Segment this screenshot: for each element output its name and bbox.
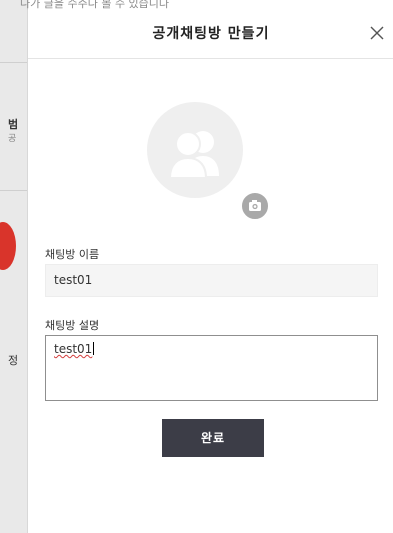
background-page: 범 공 정 bbox=[0, 0, 28, 533]
close-button[interactable] bbox=[368, 24, 386, 42]
background-text: 공 bbox=[8, 134, 17, 144]
group-users-icon bbox=[168, 131, 219, 179]
background-text: 정 bbox=[8, 354, 19, 367]
chatroom-avatar[interactable] bbox=[147, 102, 243, 198]
screen: 범 공 정 나가 글을 수주나 볼 수 있습니다 공개채팅방 만들기 채팅방 이… bbox=[0, 0, 393, 533]
camera-icon bbox=[249, 200, 261, 211]
chatroom-description-input[interactable]: test01 bbox=[45, 335, 378, 401]
divider bbox=[0, 62, 27, 63]
close-icon bbox=[370, 26, 384, 40]
text-caret bbox=[93, 342, 95, 355]
chatroom-name-input[interactable]: test01 bbox=[45, 264, 378, 297]
dialog-title: 공개채팅방 만들기 bbox=[152, 26, 270, 42]
divider bbox=[0, 190, 27, 191]
avatar bbox=[147, 102, 243, 198]
done-button[interactable]: 완료 bbox=[162, 419, 264, 457]
dialog-header: 공개채팅방 만들기 bbox=[28, 10, 393, 59]
description-label: 채팅방 설명 bbox=[45, 319, 100, 332]
background-text: 범 bbox=[8, 118, 19, 131]
background-badge bbox=[0, 222, 16, 270]
change-photo-button[interactable] bbox=[240, 191, 270, 221]
description-text: test01 bbox=[54, 342, 93, 356]
create-open-chat-dialog: 공개채팅방 만들기 채팅방 이름 test01 채팅방 설명 test01 완료 bbox=[27, 10, 393, 533]
name-label: 채팅방 이름 bbox=[45, 248, 100, 261]
